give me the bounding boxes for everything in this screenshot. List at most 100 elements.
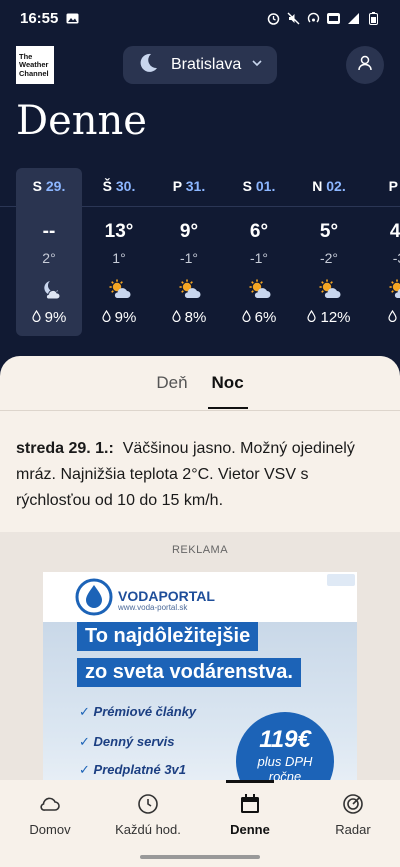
ad-headline-1: To najdôležitejšie [77,622,259,651]
ad-headline-2b: vodárenstva. [169,661,293,683]
day-of-week: N [312,178,323,194]
day-column[interactable]: N 02. 5° -2° 12% [296,168,362,336]
day-header: P 0 [366,178,400,194]
nav-radar[interactable]: Radar [303,792,400,837]
day-low-temp: 2° [42,250,56,266]
ad-photo: To najdôležitejšie zo sveta vodárenstva.… [43,622,357,780]
day-column[interactable]: S 29. -- 2° 9% [16,168,82,336]
tab-day[interactable]: Deň [154,356,189,410]
day-night-tabs: Deň Noc [0,356,400,410]
day-precip: 6% [226,309,292,326]
day-low-temp: 1° [112,250,126,266]
battery-icon [367,11,380,25]
moon-icon [137,52,159,79]
day-header: P 31. [156,178,222,194]
adchoices-icon[interactable] [327,574,355,586]
day-of-week: P [388,178,398,194]
ad-header: VODAPORTAL www.voda-portal.sk [43,572,357,622]
ad-bullet-2: ✓ Denný servis [79,734,175,749]
ad-price: 119€ [259,726,311,753]
daily-forecast-strip[interactable]: S 29. -- 2° 9% Š 30. 13° 1° 9% P 31. 9° -1° 8% S 01.… [0,168,400,358]
gallery-notification-icon [66,12,79,25]
details-sheet: Deň Noc streda 29. 1.: Väčšinou jasno. M… [0,356,400,780]
ad-bullet-3-text: Predplatné 3v1 [93,762,187,777]
raindrop-icon [307,309,317,326]
ad-price-badge: 119€ plus DPH ročne [236,712,334,780]
ad-price-sub-1: plus DPH [257,754,313,769]
nav-home[interactable]: Domov [0,792,100,837]
radar-icon [343,794,363,814]
top-bar: The Weather Channel Bratislava [0,44,400,88]
sun-cloud-icon [108,278,132,302]
signal-icon [347,12,360,25]
mute-icon [287,12,300,25]
day-date: 30. [115,178,136,194]
day-high-temp: 9° [179,221,199,242]
nav-hourly-label: Každú hod. [115,822,181,837]
day-precip-value: 9% [114,309,137,326]
day-precip: 8% [156,309,222,326]
chevron-down-icon [251,56,263,74]
clock-icon [138,794,158,814]
day-header: N 02. [296,178,362,194]
day-precip-value: 8% [184,309,207,326]
day-of-week: P [172,178,182,194]
location-name: Bratislava [171,56,242,73]
status-time: 16:55 [20,9,59,27]
raindrop-icon [102,309,111,326]
tabs-divider [0,410,400,411]
ad-price-sub-2: ročne [268,769,302,780]
day-precip: 9% [16,309,82,326]
nav-hourly[interactable]: Každú hod. [98,792,198,837]
day-low-temp: -1° [249,250,269,266]
weather-channel-logo[interactable]: The Weather Channel [16,46,54,84]
day-column[interactable]: P 31. 9° -1° 8% [156,168,222,336]
ad-bullet-3: ✓ Predplatné 3v1 [79,762,187,777]
location-selector[interactable]: Bratislava [123,46,277,84]
hotspot-icon [307,12,320,25]
day-low-temp: -3 [392,250,400,266]
day-low-temp: -2° [319,250,339,266]
day-header: S 29. [16,178,82,194]
calendar-icon [241,794,259,813]
day-header: S 01. [226,178,292,194]
day-date: 02. [326,178,346,194]
day-column[interactable]: P 0 4° -3 5 [366,168,400,336]
cloud-sun-icon [40,797,60,811]
profile-button[interactable] [346,46,384,84]
ad-banner[interactable]: VODAPORTAL www.voda-portal.sk To najdôle… [43,572,357,780]
day-column[interactable]: S 01. 6° -1° 6% [226,168,292,336]
day-precip-value: 9% [44,309,67,326]
nav-daily[interactable]: Denne [200,792,300,837]
day-column[interactable]: Š 30. 13° 1° 9% [86,168,152,336]
raindrop-icon [242,309,251,326]
day-precip-value: 12% [320,309,351,326]
raindrop-icon [388,309,397,326]
day-of-week: S [242,178,252,194]
day-date: 01. [255,178,276,194]
alarm-icon [267,12,280,25]
nav-home-label: Domov [29,822,71,837]
nav-active-indicator [226,780,274,783]
day-precip: 9% [86,309,152,326]
ad-label: REKLAMA [171,544,229,556]
gesture-home-bar[interactable] [140,855,260,859]
sun-cloud-icon [248,278,272,302]
bottom-navigation: Domov Každú hod. Denne Radar [0,780,400,867]
day-high-temp: 6° [249,221,269,242]
ad-url: www.voda-portal.sk [118,603,188,612]
water-drop-logo-icon [75,578,113,621]
tab-night[interactable]: Noc [207,356,248,410]
day-date: 29. [45,178,66,194]
nav-daily-label: Denne [230,822,270,837]
moon-partly-cloudy-icon [38,278,62,302]
ad-headline-2: zo sveta vodárenstva. [77,658,301,687]
network-5g-icon [327,12,340,25]
forecast-date: streda 29. 1.: [16,440,114,457]
status-bar: 16:55 [0,0,400,36]
day-high-temp: 4° [389,221,400,242]
day-header: Š 30. [86,178,152,194]
ad-bullet-2-text: Denný servis [93,734,175,749]
sun-cloud-icon [388,278,400,302]
day-high-temp: 5° [319,221,339,242]
